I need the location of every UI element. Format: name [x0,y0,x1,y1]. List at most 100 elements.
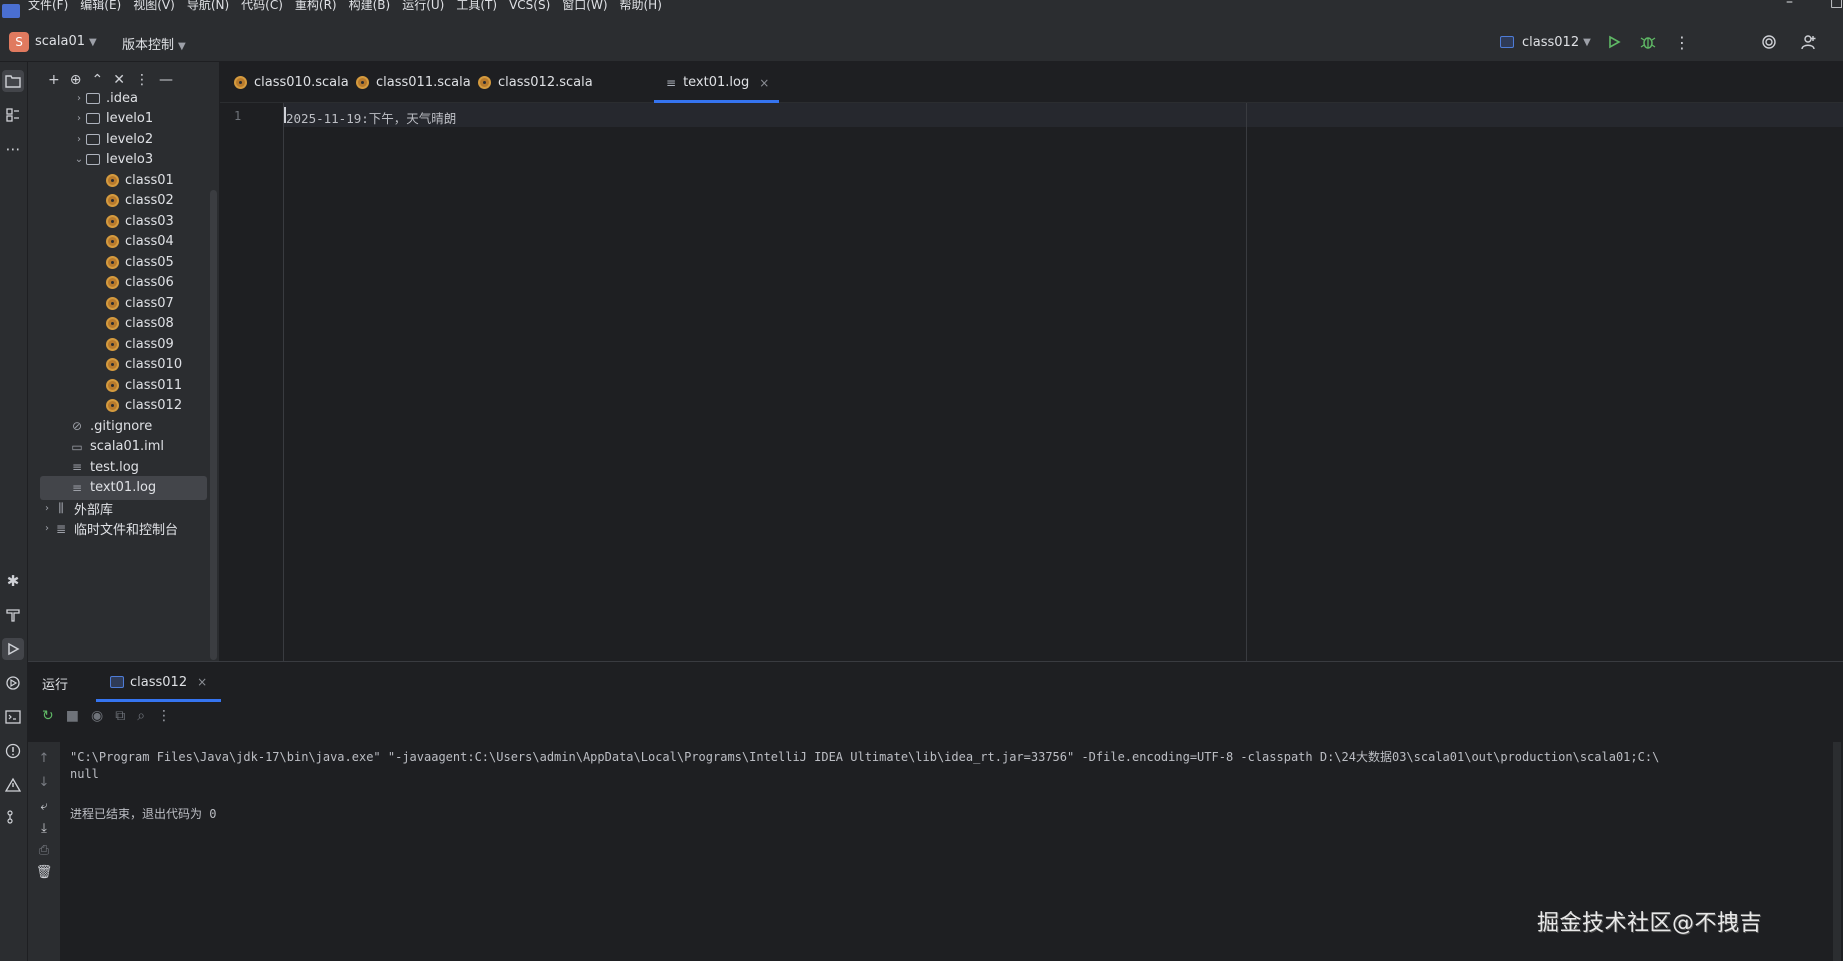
project-switcher[interactable]: scala01 ▼ [35,34,97,49]
package-icon [86,133,100,145]
tab-label: class012.scala [498,75,593,90]
chevron-down-icon: ▼ [1583,36,1591,48]
run-tab-class012[interactable]: class012 × [96,662,222,702]
run-config-label: class012 [1522,34,1580,50]
project-panel: + ⊕ ⌃ ✕ ⋮ — › .idea › levelo1 › levelo2 ⌄ level… [28,62,220,661]
tree-item-label: levelo3 [106,152,154,167]
scala-file-icon [106,358,119,371]
add-user-icon[interactable] [1798,31,1820,53]
code-line-1[interactable]: 2025-11-19:下午，天气晴朗 [286,108,456,127]
more-icon[interactable]: ⋮ [1671,31,1693,53]
chevron-right-icon[interactable]: › [72,93,86,104]
module-file-icon: ▭ [71,439,83,454]
watermark: 掘金技术社区@不拽吉 [1537,911,1763,936]
scroll-up-icon[interactable]: ↑ [36,750,52,766]
menu-code[interactable]: 代码(C) [241,0,283,11]
run-options-icon[interactable]: ⋮ [157,708,171,724]
scroll-down-icon[interactable]: ↓ [36,774,52,790]
screenshot-icon[interactable]: ◉ [91,708,103,724]
library-icon: ⫼ [58,500,64,515]
project-badge[interactable]: S [9,32,29,52]
console-line: "C:\Program Files\Java\jdk-17\bin\java.e… [70,750,1660,764]
app-logo-icon [2,4,20,18]
structure-tool-icon[interactable] [2,104,24,126]
tree-item-label: class09 [125,336,174,352]
warning-tool-icon[interactable] [2,774,24,796]
console-line: 进程已结束，退出代码为 0 [70,807,217,821]
chevron-right-icon[interactable]: › [40,503,54,514]
clear-console-icon[interactable]: 🗑 [36,864,53,880]
ai-icon[interactable] [1758,31,1780,53]
menu-run[interactable]: 运行(U) [402,0,444,11]
chevron-down-icon: ▼ [178,41,186,52]
menu-build[interactable]: 构建(B) [349,0,391,11]
tree-item-label: class05 [125,254,174,270]
terminal-tool-icon[interactable] [2,706,24,728]
soft-wrap-icon[interactable]: ⤶ [36,798,52,814]
minimize-icon[interactable]: – [1786,0,1793,10]
run-tool-icon[interactable] [2,638,24,660]
vcs-widget[interactable]: 版本控制 ▼ [122,34,186,53]
code-editor[interactable]: 1 2025-11-19:下午，天气晴朗 [220,103,1843,661]
tab-class012[interactable]: class012.scala [478,62,593,103]
menu-help[interactable]: 帮助(H) [620,0,662,11]
console-scrollbar[interactable] [1833,742,1841,961]
tree-item-label: class07 [125,295,174,311]
package-icon [86,113,100,124]
problems-tool-icon[interactable] [2,740,24,762]
close-tab-icon[interactable]: × [759,76,769,90]
menu-edit[interactable]: 编辑(E) [80,0,121,11]
menu-view[interactable]: 视图(V) [133,0,175,11]
profiler-icon[interactable]: ⌕ [137,708,145,724]
console-line: null [70,767,99,781]
chevron-right-icon[interactable]: › [40,523,54,534]
tree-item[interactable]: › ≣ 临时文件和控制台 [40,517,207,541]
gitignore-icon: ⊘ [71,419,83,433]
scala-file-icon [106,194,119,207]
run-config-selector[interactable]: class012 ▼ [1500,32,1591,52]
tab-label: class010.scala [254,75,349,90]
tab-class010[interactable]: class010.scala [234,62,349,103]
project-tool-icon[interactable] [2,70,24,92]
menu-window[interactable]: 窗口(W) [562,0,607,11]
more-tools-icon[interactable]: ⋯ [2,138,24,160]
gutter-divider [283,103,284,661]
project-scrollbar[interactable] [210,190,217,660]
tree-item-label: scala01.iml [90,439,165,454]
scala-file-icon [106,296,119,310]
restore-layout-icon[interactable]: ⧉ [115,708,125,724]
menu-file[interactable]: 文件(F) [28,0,68,11]
rerun-icon[interactable]: ↻ [42,708,54,724]
services-tool-icon[interactable] [2,672,24,694]
chevron-down-icon[interactable]: ⌄ [72,154,86,165]
project-name: scala01 [35,34,86,49]
git-tool-icon[interactable] [2,806,24,828]
menu-refactor[interactable]: 重构(R) [295,0,337,11]
stop-icon[interactable]: ■ [66,708,79,724]
chevron-right-icon[interactable]: › [72,134,86,145]
scratch-icon: ≣ [55,521,67,536]
build-tool-icon[interactable] [2,604,24,626]
log-file-icon: ≡ [71,460,83,474]
run-config-icon [1500,36,1514,48]
editor-gutter: 1 [220,103,284,661]
tree-item-label: class02 [125,193,174,208]
menu-vcs[interactable]: VCS(S) [509,0,550,11]
package-icon [86,154,100,165]
run-icon[interactable] [1603,31,1625,53]
menu-tools[interactable]: 工具(T) [456,0,497,11]
print-icon[interactable]: ⎙ [36,842,52,858]
run-tab-label: class012 [130,674,188,690]
vcs-label: 版本控制 [122,38,175,53]
scala-file-icon [106,378,119,392]
tab-class011[interactable]: class011.scala [356,62,471,103]
maximize-icon[interactable]: □ [1830,0,1843,10]
tab-text01-log[interactable]: ≡ text01.log × [654,62,780,103]
menu-navigate[interactable]: 导航(N) [187,0,229,11]
chevron-right-icon[interactable]: › [72,113,86,124]
debug-tool-icon[interactable]: ✱ [2,570,24,592]
scroll-to-end-icon[interactable]: ⤓ [36,820,52,836]
close-run-tab-icon[interactable]: × [197,675,207,689]
debug-icon[interactable] [1637,31,1659,53]
tree-item-label: 临时文件和控制台 [74,523,179,538]
